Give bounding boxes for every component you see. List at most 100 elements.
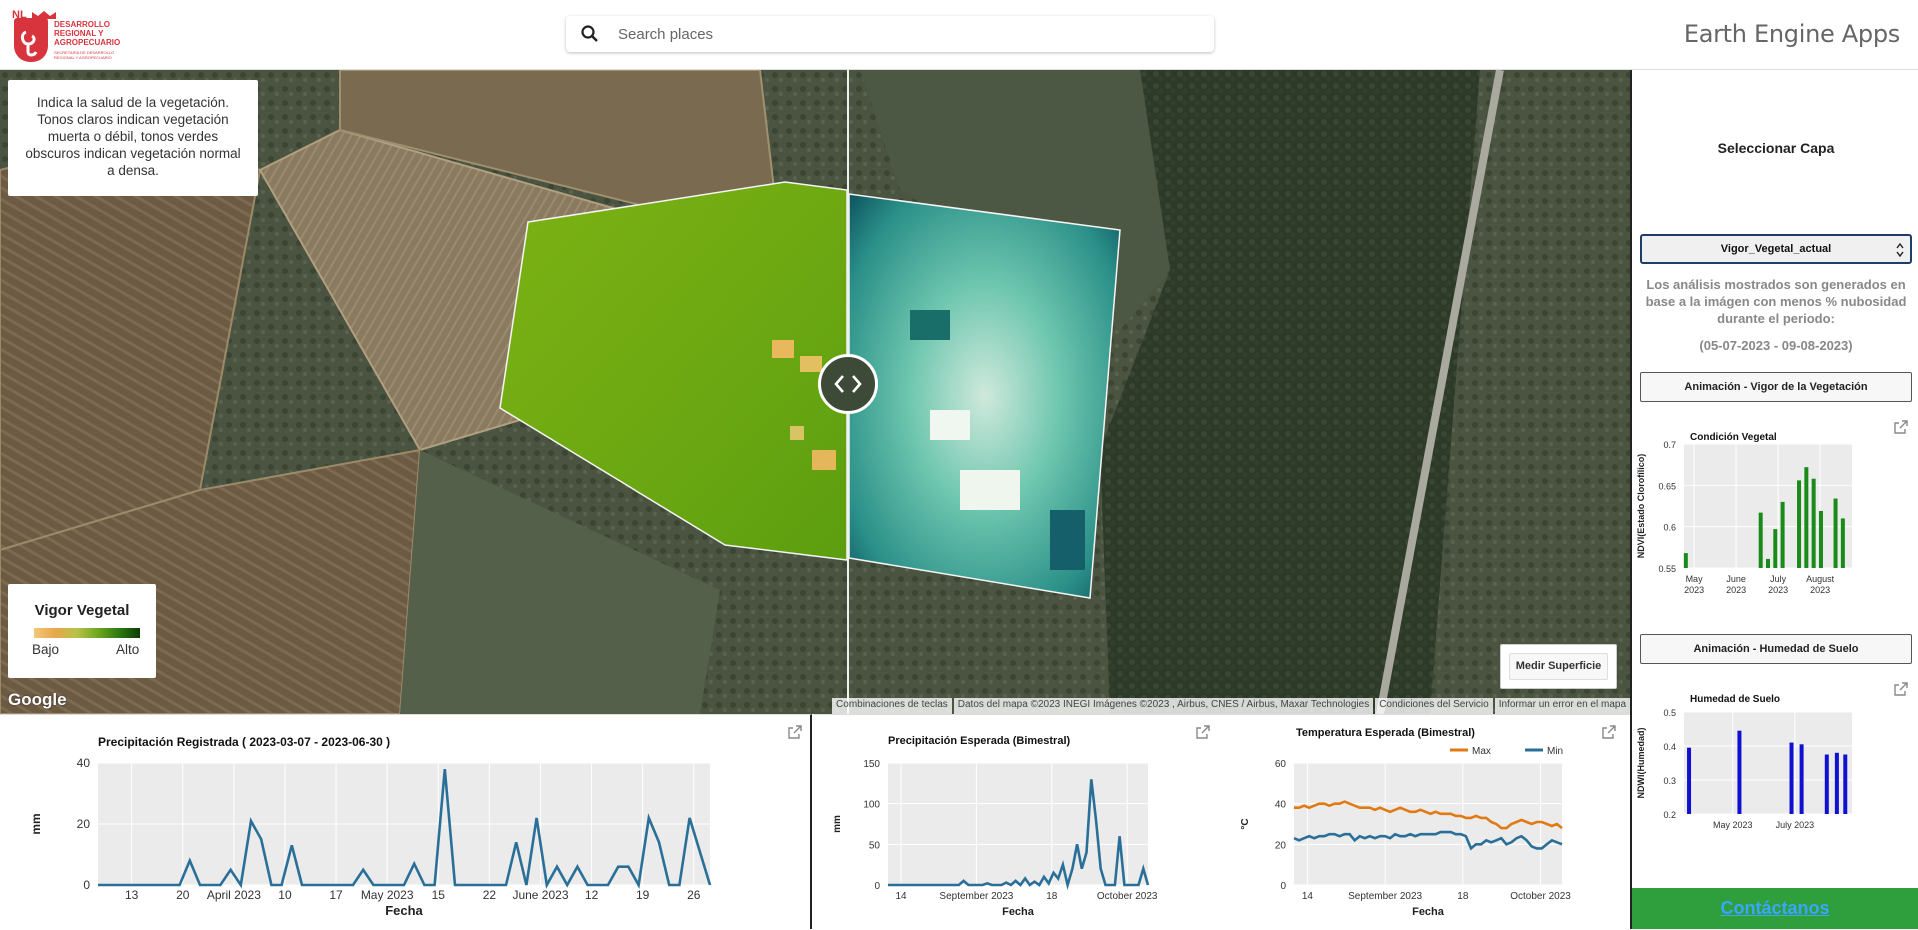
x-tick-label: 2023 — [1684, 585, 1704, 595]
chart-precip-registrada: 0 20 40 13 20 April 2023 10 17 May 2023 15 22 June … — [29, 756, 712, 918]
map-attribution: Combinaciones de teclas Datos del mapa ©… — [830, 698, 1630, 714]
y-tick-label: 0.5 — [1663, 708, 1676, 718]
y-tick-label: 0.3 — [1663, 776, 1676, 786]
x-tick-label: June — [1726, 574, 1746, 584]
x-tick-label: May 2023 — [361, 888, 414, 902]
logo-text: DESARROLLO REGIONAL Y AGROPECUARIO — [54, 20, 121, 47]
swipe-handle[interactable] — [818, 354, 878, 414]
legend-label-min: Min — [1547, 746, 1563, 757]
x-tick-label: 12 — [585, 888, 599, 902]
chevron-left-right-icon — [834, 375, 862, 393]
x-tick-label: 14 — [895, 891, 907, 902]
bar — [1840, 518, 1845, 568]
animation-vigor-button[interactable]: Animación - Vigor de la Vegetación — [1640, 372, 1912, 402]
forecast-panel: Precipitación Esperada (Bimestral) 0 50 10… — [814, 714, 1630, 929]
bar — [1797, 480, 1802, 568]
bar — [1833, 498, 1838, 568]
shield-icon — [14, 18, 48, 62]
y-tick-label: 40 — [1275, 800, 1287, 811]
x-axis-label: Fecha — [1002, 906, 1035, 918]
bar — [1818, 510, 1823, 568]
analysis-note: Los análisis mostrados son generados en … — [1645, 277, 1907, 326]
y-tick-label: 0.7 — [1663, 440, 1676, 450]
chart-temp-esperada: 0 20 40 60 14 September 2023 18 October 2023 °C F… — [1240, 746, 1571, 918]
logo-subtext: SECRETARÍA DE DESARROLLO REGIONAL Y AGRO… — [54, 50, 115, 60]
y-tick-label: 20 — [1275, 840, 1287, 851]
google-logo: Google — [8, 690, 67, 709]
x-tick-label: July 2023 — [1776, 820, 1815, 830]
measure-area-button[interactable]: Medir Superficie — [1509, 653, 1608, 680]
legend-label-max: Max — [1472, 746, 1491, 757]
x-tick-label: 10 — [278, 888, 292, 902]
x-tick-label: September 2023 — [939, 891, 1013, 902]
org-logo[interactable]: NL DESARROLLO REGIONAL Y AGROPECUARIO SE… — [12, 8, 142, 64]
x-tick-label: June 2023 — [512, 888, 568, 902]
plot-area — [1684, 444, 1852, 568]
bar — [1683, 553, 1688, 568]
bar — [1758, 512, 1763, 568]
x-tick-label: April 2023 — [207, 888, 261, 902]
bar — [1687, 747, 1692, 814]
contact-link[interactable]: Contáctanos — [1632, 888, 1918, 929]
y-tick-label: 40 — [77, 756, 91, 770]
x-tick-label: 22 — [483, 888, 497, 902]
y-tick-label: 0.55 — [1658, 564, 1676, 574]
x-tick-label: 14 — [1302, 891, 1314, 902]
control-panel: Seleccionar Capa Vigor_Vegetal_actual Lo… — [1630, 70, 1918, 929]
x-axis-label: Fecha — [385, 903, 423, 918]
y-tick-label: 50 — [869, 840, 881, 851]
attrib-report[interactable]: Informar un error en el mapa — [1494, 698, 1630, 714]
search-icon[interactable] — [580, 24, 600, 44]
chart-condicion-vegetal: 0.550.60.650.7May2023June2023July2023Aug… — [1636, 440, 1852, 595]
x-tick-label: 26 — [687, 888, 701, 902]
search-box[interactable] — [566, 16, 1214, 52]
bar — [1773, 529, 1778, 568]
bar — [1811, 478, 1816, 568]
legend-low-label: Bajo — [32, 642, 60, 657]
x-tick-label: October 2023 — [1097, 891, 1158, 902]
x-tick-label: 20 — [176, 888, 190, 902]
y-axis-label: NDWI(Humedad) — [1636, 728, 1646, 799]
bar — [1799, 744, 1804, 814]
measure-area-panel: Medir Superficie — [1500, 644, 1617, 689]
x-tick-label: 19 — [636, 888, 650, 902]
y-tick-label: 20 — [77, 817, 91, 831]
layer-select-value: Vigor_Vegetal_actual — [1720, 243, 1832, 255]
precip-registered-panel: Precipitación Registrada ( 2023-03-07 - … — [0, 714, 812, 929]
x-tick-label: September 2023 — [1348, 891, 1422, 902]
y-tick-label: 0 — [1280, 881, 1286, 892]
x-tick-label: 17 — [329, 888, 343, 902]
x-tick-label: 18 — [1046, 891, 1058, 902]
bar — [1834, 752, 1839, 814]
attrib-terms[interactable]: Condiciones del Servicio — [1375, 698, 1493, 714]
y-tick-label: 0.4 — [1663, 742, 1676, 752]
x-tick-label: May — [1686, 574, 1704, 584]
chart-humedad-suelo: 0.2 0.3 0.4 0.5 May 2023 July 2023 NDWI(Humeda… — [1636, 708, 1852, 830]
attrib-keyboard[interactable]: Combinaciones de teclas — [832, 698, 952, 714]
search-input[interactable] — [618, 22, 1178, 46]
x-tick-label: 2023 — [1810, 585, 1830, 595]
app-title[interactable]: Earth Engine Apps — [1684, 20, 1900, 48]
y-tick-label: 60 — [1275, 759, 1287, 770]
x-tick-label: August — [1806, 574, 1835, 584]
y-tick-label: 0 — [874, 881, 880, 892]
layer-select[interactable]: Vigor_Vegetal_actual — [1640, 234, 1912, 264]
x-tick-label: October 2023 — [1510, 891, 1571, 902]
bar — [1766, 558, 1770, 568]
x-tick-label: May 2023 — [1713, 820, 1753, 830]
x-axis-label: Fecha — [1412, 906, 1445, 918]
x-tick-label: 13 — [125, 888, 139, 902]
attrib-mapdata: Datos del mapa ©2023 INEGI Imágenes ©202… — [953, 698, 1374, 714]
y-axis-label: °C — [1240, 818, 1251, 829]
layer-info-box: Indica la salud de la vegetación. Tonos … — [8, 80, 258, 196]
bar — [1737, 730, 1742, 814]
y-tick-label: 100 — [863, 800, 880, 811]
y-tick-label: 0.65 — [1658, 481, 1676, 491]
y-axis-label: mm — [832, 815, 843, 833]
plot-area — [1294, 763, 1562, 885]
y-axis-label: mm — [29, 813, 43, 834]
map-canvas[interactable]: Indica la salud de la vegetación. Tonos … — [0, 70, 1630, 714]
animation-humedad-button[interactable]: Animación - Humedad de Suelo — [1640, 634, 1912, 664]
app-header: NL DESARROLLO REGIONAL Y AGROPECUARIO SE… — [0, 0, 1918, 70]
y-tick-label: 0.2 — [1663, 810, 1676, 820]
